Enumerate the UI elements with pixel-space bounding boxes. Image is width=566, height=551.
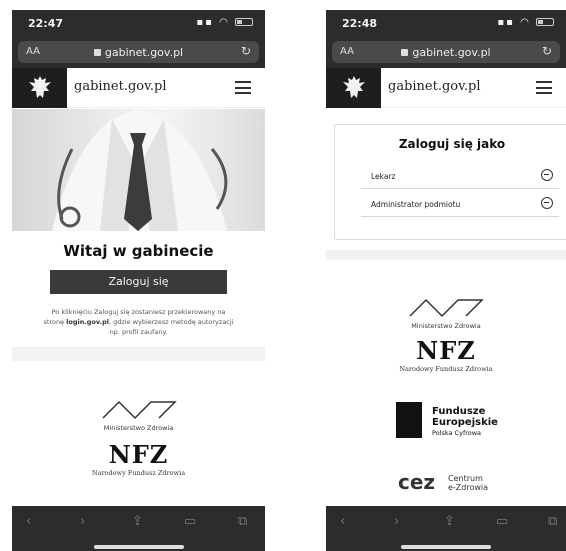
status-time: 22:47 [28,17,64,30]
nfz-logo: NFZ Narodowy Fundusz Zdrowia [326,336,566,373]
eagle-emblem-icon[interactable] [12,68,67,108]
section-divider [326,250,566,260]
nfz-logo: NFZ Narodowy Fundusz Zdrowia [12,440,265,477]
url-text: gabinet.gov.pl [104,46,184,59]
nfz-caption: Narodowy Fundusz Zdrowia [91,469,186,477]
share-icon[interactable]: ⇪ [132,514,143,529]
bookmarks-icon[interactable]: ▭ [496,514,508,529]
address-field[interactable]: AA gabinet.gov.pl ↻ [18,41,259,63]
welcome-heading: Witaj w gabinecie [63,242,214,260]
tabs-icon[interactable]: ⧉ [238,514,247,529]
url-display[interactable]: gabinet.gov.pl [332,46,560,59]
nfz-mark: NFZ [416,336,476,365]
url-text: gabinet.gov.pl [412,46,491,59]
eagle-emblem-icon[interactable] [326,68,381,108]
status-bar: 22:48 ▪▪ ◠ [326,10,566,38]
hamburger-menu-icon[interactable] [536,81,552,94]
status-time: 22:48 [342,17,378,30]
lock-icon [93,49,101,56]
site-name[interactable]: gabinet.gov.pl [388,79,481,94]
login-button[interactable]: Zaloguj się [50,270,227,294]
cez-caption: Centrum e-Zdrowia [448,474,489,492]
back-icon[interactable]: ‹ [340,514,345,529]
browser-toolbar: ‹ › ⇪ ▭ ⧉ [12,506,265,551]
url-display[interactable]: gabinet.gov.pl [18,46,259,59]
home-indicator[interactable] [401,545,491,549]
login-info-text: Po kliknięciu Zaloguj się zostaniesz prz… [43,308,234,336]
bookmarks-icon[interactable]: ▭ [184,514,196,529]
ministry-caption: Ministerstwo Zdrowia [103,424,174,432]
stethoscope-icon [541,197,553,209]
status-icons: ▪▪ ◠ [196,17,253,28]
site-header: gabinet.gov.pl [326,68,566,108]
status-icons: ▪▪ ◠ [497,17,554,28]
role-option-label: Administrator podmiotu [371,200,461,209]
left-phone-screen: 22:47 ▪▪ ◠ AA gabinet.gov.pl ↻ gabinet.g… [12,10,265,551]
login-gov-link[interactable]: login.gov.pl [66,318,109,326]
ministry-logo-mark-icon [409,298,484,318]
ministry-logo: Ministerstwo Zdrowia [326,296,566,330]
browser-url-bar: AA gabinet.gov.pl ↻ [326,38,566,68]
login-role-title: Zaloguj się jako [398,137,506,151]
role-option-label: Lekarz [371,172,396,181]
lock-icon [401,49,409,56]
hamburger-menu-icon[interactable] [235,81,251,94]
browser-url-bar: AA gabinet.gov.pl ↻ [12,38,265,68]
nfz-mark: NFZ [108,440,169,469]
cez-logo: cez [398,470,436,494]
eu-funds-flag-icon [396,402,422,438]
stethoscope-icon [541,169,553,181]
role-option-doctor[interactable]: Lekarz [361,163,559,189]
right-phone-screen: 22:48 ▪▪ ◠ AA gabinet.gov.pl ↻ gabinet.g… [326,10,566,551]
ministry-caption: Ministerstwo Zdrowia [411,322,481,330]
tabs-icon[interactable]: ⧉ [548,514,557,529]
share-icon[interactable]: ⇪ [444,514,455,529]
ministry-logo: Ministerstwo Zdrowia [12,398,265,432]
nfz-caption: Narodowy Fundusz Zdrowia [399,365,493,373]
browser-toolbar: ‹ › ⇪ ▭ ⧉ [326,506,566,551]
site-header: gabinet.gov.pl [12,68,265,108]
eu-funds-logo: Fundusze Europejskie Polska Cyfrowa [432,406,498,437]
role-option-administrator[interactable]: Administrator podmiotu [361,191,559,217]
status-bar: 22:47 ▪▪ ◠ [12,10,265,38]
battery-icon [235,18,253,26]
back-icon[interactable]: ‹ [26,514,31,529]
site-name[interactable]: gabinet.gov.pl [74,79,167,94]
ministry-logo-mark-icon [101,400,177,420]
battery-icon [536,18,554,26]
login-role-card: Zaloguj się jako Lekarz Administrator po… [334,124,566,240]
reload-icon[interactable]: ↻ [241,44,251,58]
reload-icon[interactable]: ↻ [542,44,552,58]
section-divider [12,347,265,361]
home-indicator[interactable] [93,545,184,549]
forward-icon[interactable]: › [80,514,85,529]
address-field[interactable]: AA gabinet.gov.pl ↻ [332,41,560,63]
doctor-photo [12,109,265,231]
forward-icon[interactable]: › [394,514,399,529]
